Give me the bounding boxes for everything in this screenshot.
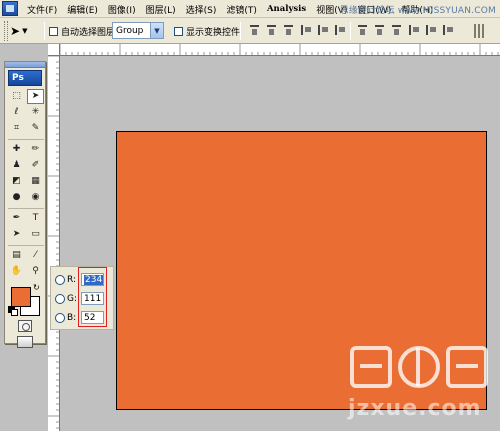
- auto-select-label: 自动选择图层: [61, 28, 116, 38]
- quick-mask-icon[interactable]: [18, 320, 32, 332]
- menu-bar: 文件(F) 编辑(E) 图像(I) 图层(L) 选择(S) 滤镜(T) Analysis 视图…: [0, 0, 500, 18]
- show-transform-option[interactable]: 显示变换控件: [174, 25, 240, 38]
- ruler-origin[interactable]: [48, 44, 60, 56]
- hand-tool-icon[interactable]: ✋: [8, 264, 25, 279]
- auto-select-option[interactable]: 自动选择图层: [49, 25, 115, 38]
- gradient-tool-icon[interactable]: ▦: [27, 174, 44, 189]
- separator: [44, 22, 45, 40]
- eraser-tool-icon[interactable]: ◩: [8, 174, 25, 189]
- chevron-down-icon: ▼: [22, 27, 28, 35]
- photoshop-logo[interactable]: Ps: [8, 70, 42, 86]
- marquee-tool-icon[interactable]: ⬚: [8, 89, 25, 104]
- eyedropper-tool-icon[interactable]: ⁄: [27, 248, 44, 263]
- align-horizontal-center-icon[interactable]: [316, 23, 329, 37]
- align-left-icon[interactable]: [299, 23, 312, 37]
- magic-wand-tool-icon[interactable]: ✳: [27, 105, 44, 120]
- menu-item[interactable]: Analysis: [262, 4, 311, 14]
- clone-stamp-tool-icon[interactable]: ♟: [8, 158, 25, 173]
- align-bottom-icon[interactable]: [282, 23, 295, 37]
- default-colors-icon[interactable]: [8, 306, 18, 316]
- menu-item[interactable]: 图层(L): [141, 3, 181, 16]
- distribute-left-icon[interactable]: [407, 23, 420, 37]
- screen-mode-row: [5, 336, 45, 348]
- type-tool-icon[interactable]: T: [27, 211, 44, 226]
- tool-preset-picker[interactable]: ➤ ▼: [10, 22, 40, 40]
- path-selection-tool-icon[interactable]: ➤: [8, 227, 25, 242]
- tool-separator: [8, 206, 44, 209]
- lasso-tool-icon[interactable]: ℓ: [8, 105, 25, 120]
- distribute-bottom-icon[interactable]: [390, 23, 403, 37]
- chevron-down-icon[interactable]: ▼: [150, 23, 163, 38]
- menu-item[interactable]: 编辑(E): [62, 3, 103, 16]
- history-brush-tool-icon[interactable]: ✐: [27, 158, 44, 173]
- show-transform-label: 显示变换控件: [186, 28, 241, 38]
- red-radio[interactable]: [55, 275, 65, 285]
- auto-select-target-dropdown[interactable]: Group ▼: [112, 22, 164, 39]
- distribute-vertical-center-icon[interactable]: [373, 23, 386, 37]
- blue-row: B:: [55, 313, 80, 323]
- toolbox-titlebar[interactable]: [5, 62, 45, 68]
- auto-select-checkbox[interactable]: [49, 27, 58, 36]
- forum-watermark: 思缘设计论坛 www.MISSYUAN.COM: [339, 6, 496, 16]
- blue-radio[interactable]: [55, 313, 65, 323]
- palette-well-gripper[interactable]: [474, 22, 486, 40]
- options-bar: ➤ ▼ 自动选择图层 Group ▼ 显示变换控件: [0, 18, 500, 44]
- dropdown-value: Group: [116, 25, 144, 36]
- screen-mode-icon[interactable]: [17, 336, 33, 348]
- horizontal-ruler[interactable]: [48, 44, 500, 56]
- slice-tool-icon[interactable]: ✎: [27, 121, 44, 136]
- pen-tool-icon[interactable]: ✒: [8, 211, 25, 226]
- align-top-icon[interactable]: [248, 23, 261, 37]
- tools-grid: ⬚ ➤ ℓ ✳ ⌗ ✎ ✚ ✏ ♟ ✐ ◩ ▦ ● ◉ ✒ T ➤ ▭ ▤ ⁄ ✋ ⚲: [5, 89, 45, 279]
- photoshop-app-icon[interactable]: [2, 1, 18, 16]
- values-highlight-frame: [78, 267, 107, 327]
- move-tool-icon[interactable]: ➤: [27, 89, 44, 104]
- crop-tool-icon[interactable]: ⌗: [8, 121, 25, 136]
- color-swatches: ↻: [8, 283, 42, 317]
- green-row: G:: [55, 294, 80, 304]
- red-row: R:: [55, 275, 80, 285]
- separator: [240, 22, 241, 40]
- tool-separator: [8, 243, 44, 246]
- dodge-tool-icon[interactable]: ◉: [27, 190, 44, 205]
- toolbox: Ps ⬚ ➤ ℓ ✳ ⌗ ✎ ✚ ✏ ♟ ✐ ◩ ▦ ● ◉ ✒ T ➤ ▭ ▤ ⁄ ✋ ⚲ ↻: [4, 61, 46, 348]
- align-vertical-center-icon[interactable]: [265, 23, 278, 37]
- healing-brush-tool-icon[interactable]: ✚: [8, 142, 25, 157]
- distribute-horizontal-center-icon[interactable]: [424, 23, 437, 37]
- vertical-ruler[interactable]: [48, 56, 60, 431]
- shape-tool-icon[interactable]: ▭: [27, 227, 44, 242]
- menu-item[interactable]: 选择(S): [181, 3, 222, 16]
- swap-colors-icon[interactable]: ↻: [33, 283, 40, 292]
- blur-tool-icon[interactable]: ●: [8, 190, 25, 205]
- menu-item[interactable]: 滤镜(T): [221, 3, 262, 16]
- options-bar-gripper[interactable]: [4, 21, 8, 41]
- foreground-color-swatch[interactable]: [11, 287, 31, 307]
- align-buttons: [248, 23, 346, 37]
- menu-item[interactable]: 文件(F): [22, 3, 62, 16]
- site-watermark-url: jzxue.com: [348, 396, 482, 421]
- move-arrow-icon: ➤: [10, 24, 21, 38]
- distribute-buttons: [356, 23, 454, 37]
- zoom-tool-icon[interactable]: ⚲: [27, 264, 44, 279]
- green-radio[interactable]: [55, 294, 65, 304]
- align-right-icon[interactable]: [333, 23, 346, 37]
- show-transform-checkbox[interactable]: [174, 27, 183, 36]
- quick-mask-row: [5, 320, 45, 332]
- notes-tool-icon[interactable]: ▤: [8, 248, 25, 263]
- separator: [350, 22, 351, 40]
- site-watermark-logo: [350, 346, 490, 390]
- distribute-top-icon[interactable]: [356, 23, 369, 37]
- distribute-right-icon[interactable]: [441, 23, 454, 37]
- menu-item[interactable]: 图像(I): [103, 3, 141, 16]
- tool-separator: [8, 137, 44, 140]
- brush-tool-icon[interactable]: ✏: [27, 142, 44, 157]
